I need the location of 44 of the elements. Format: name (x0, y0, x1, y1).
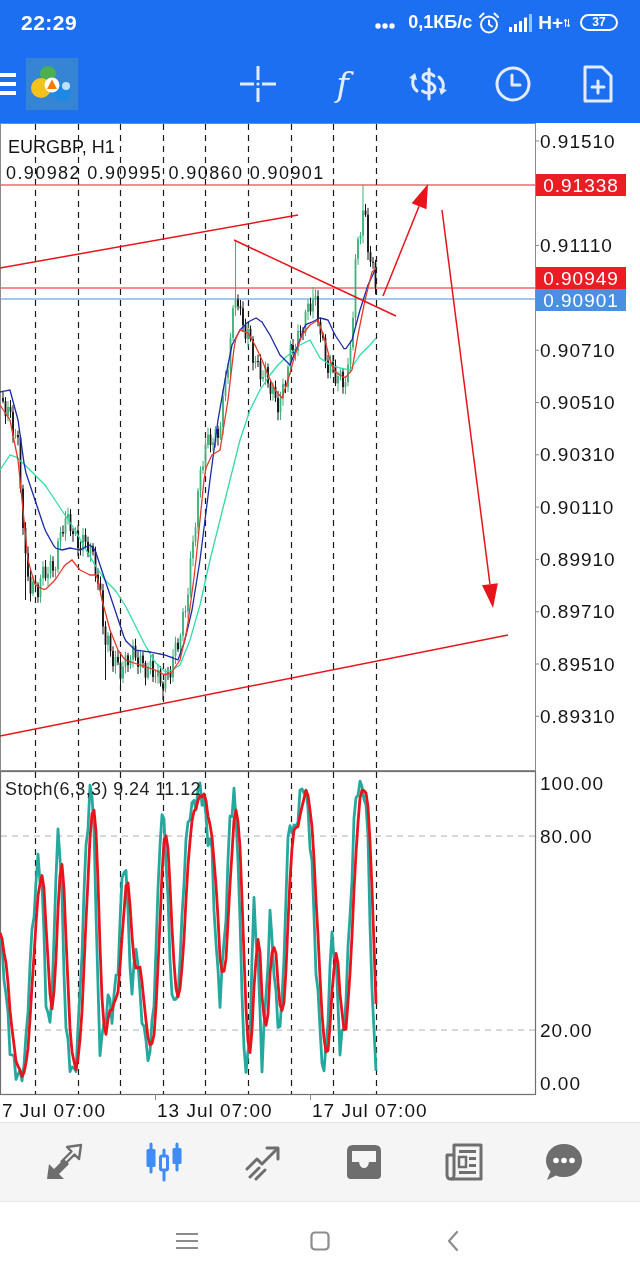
price-axis-label: 0.90510 (540, 392, 616, 413)
alarm-clock-icon (478, 11, 501, 34)
inbox-icon[interactable] (344, 1142, 384, 1182)
indicator-axis-label: 100.00 (540, 772, 605, 794)
candlestick-icon[interactable] (144, 1142, 184, 1182)
time-axis-label: 17 Jul 07:00 (312, 1100, 428, 1121)
more-dots-icon (375, 22, 396, 29)
network-type: H+ (538, 11, 563, 34)
battery-indicator: 37 (580, 14, 618, 31)
price-axis-label: 0.89910 (540, 548, 616, 570)
signal-strength-icon (509, 13, 534, 32)
add-file-icon[interactable] (582, 65, 613, 103)
clock-icon[interactable] (494, 66, 531, 102)
data-arrows-icon (564, 17, 570, 28)
price-axis-label: 0.90110 (540, 496, 615, 518)
network-speed: 0,1КБ/с (408, 12, 473, 33)
indicator-axis-label: 20.00 (540, 1019, 593, 1041)
price-marker-label: 0.91338 (536, 174, 626, 196)
price-marker-label: 0.90949 (536, 267, 626, 289)
status-time: 22:29 (21, 10, 78, 35)
price-axis-label: 0.91510 (540, 130, 616, 152)
app-logo-icon[interactable] (26, 58, 78, 110)
price-axis-label: 0.89710 (540, 601, 616, 623)
price-axis-label: 0.89310 (540, 705, 616, 727)
menu-icon[interactable] (175, 1232, 198, 1250)
symbol-timeframe: EURGBP, H1 (8, 137, 115, 157)
time-axis-label: 13 Jul 07:00 (157, 1100, 273, 1121)
price-axis-label: 0.90310 (540, 444, 616, 466)
indicator-axis-label: 0.00 (540, 1072, 581, 1094)
back-icon[interactable] (446, 1230, 459, 1252)
function-button[interactable]: f (327, 60, 358, 108)
ohlc-values: 0.90982 0.90995 0.90860 0.90901 (6, 163, 325, 183)
time-axis-label: 7 Jul 07:00 (2, 1100, 106, 1121)
menu-icon[interactable] (0, 72, 16, 96)
newspaper-icon[interactable] (444, 1142, 484, 1182)
price-marker-label: 0.90901 (536, 289, 626, 311)
crosshair-icon[interactable] (239, 66, 276, 102)
diagonal-arrows-icon[interactable] (44, 1142, 84, 1182)
price-axis-label: 0.91110 (540, 235, 613, 257)
indicator-axis-label: 80.00 (540, 825, 593, 847)
chat-bubble-icon[interactable] (544, 1142, 584, 1182)
home-square-icon[interactable] (309, 1231, 330, 1251)
price-axis-label: 0.90710 (540, 339, 616, 361)
price-axis-label: 0.89510 (540, 653, 616, 675)
